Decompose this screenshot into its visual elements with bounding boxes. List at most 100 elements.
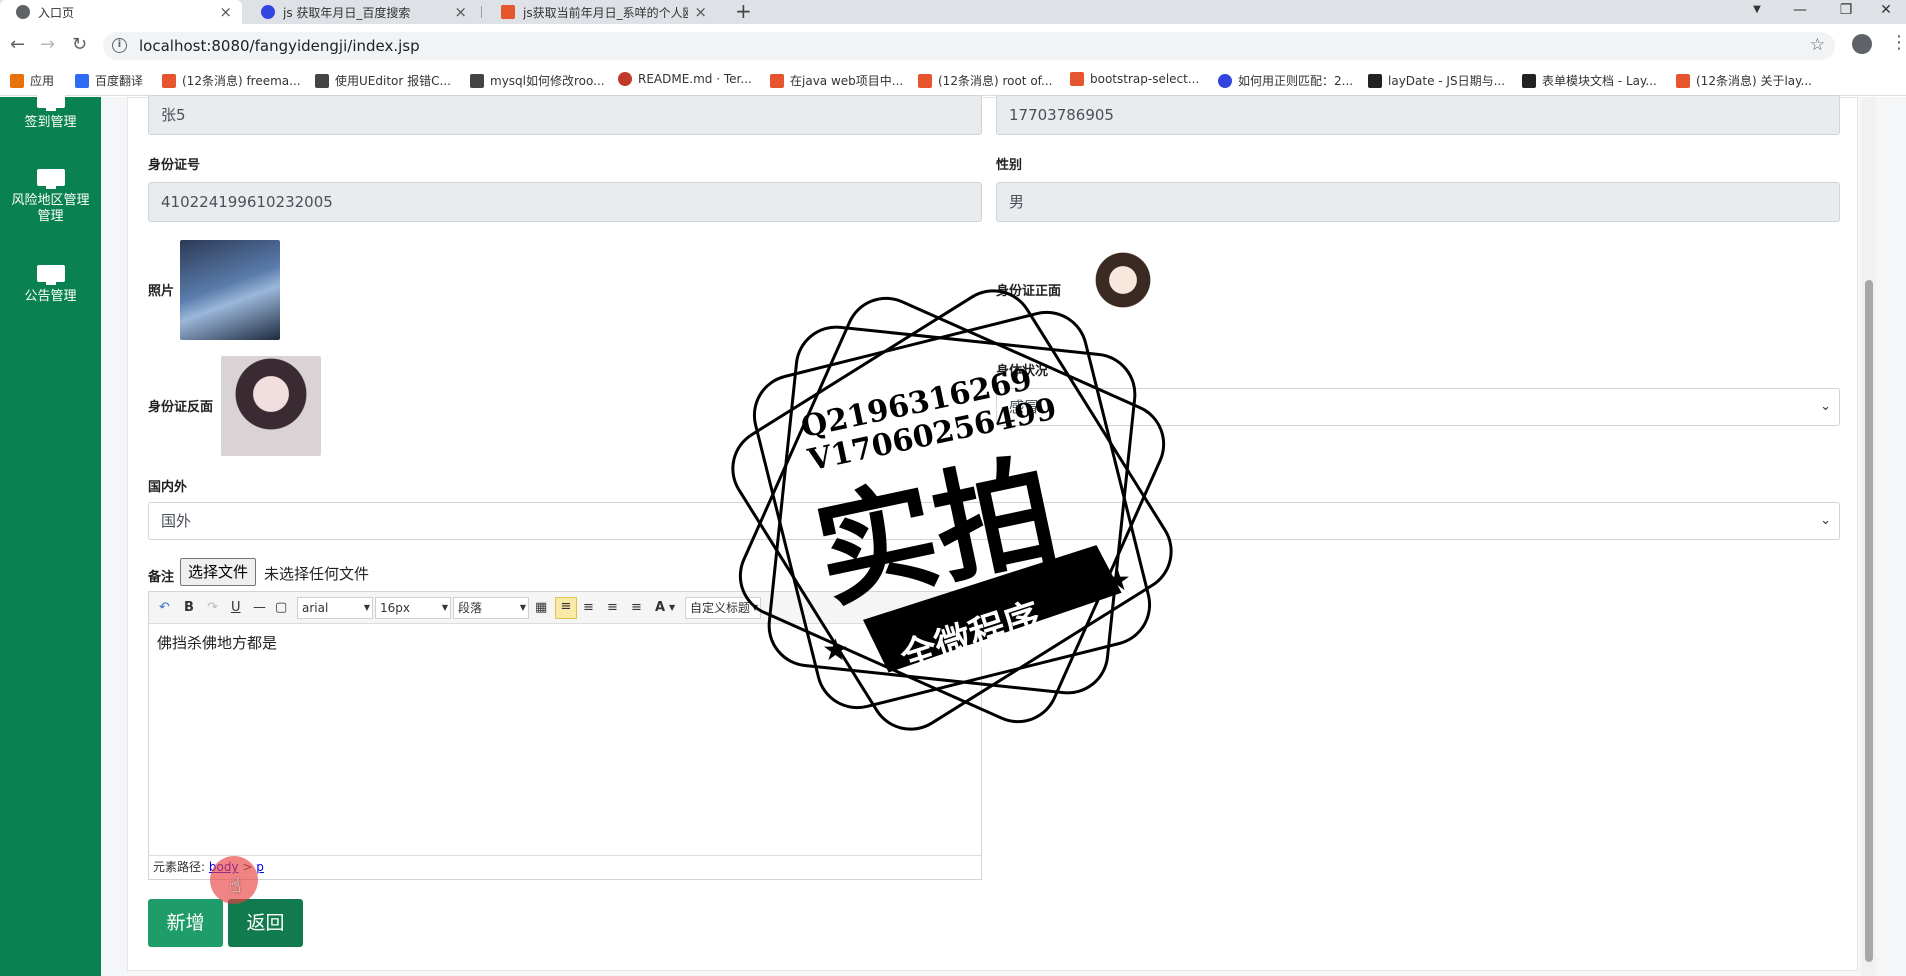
bookmark-item[interactable]: 如何用正则匹配：2... [1218, 72, 1353, 89]
bookmark-item[interactable]: (12条消息) 关于lay... [1676, 72, 1812, 89]
main-content: 张5 17703786905 身份证号 性别 41022419961023200… [101, 95, 1906, 976]
bookmark-item[interactable]: README.md · Ter... [618, 72, 752, 86]
reload-icon[interactable]: ↻ [72, 34, 87, 56]
custom-title-select[interactable]: 自定义标题 ▼ [685, 597, 761, 619]
path-p-link[interactable]: p [256, 860, 264, 874]
editor-toolbar: ↶ B ↷ U — ▢ arial▼ 16px▼ 段落▼ ▦ ≡ ≡ ≡ [149, 592, 981, 624]
horizontal-rule-icon[interactable]: — [253, 599, 266, 617]
redo-icon[interactable]: ↷ [207, 599, 218, 617]
bold-icon[interactable]: B [184, 599, 194, 617]
phone-field[interactable]: 17703786905 [996, 95, 1840, 135]
bookmark-item[interactable]: (12条消息) root of... [918, 72, 1052, 89]
chevron-down-icon: ⌄ [1820, 399, 1831, 414]
id-number-field[interactable]: 410224199610232005 [148, 182, 982, 222]
tab-csdn-article[interactable]: js获取当前年月日_系咩的个人欧尔 × [485, 0, 717, 24]
id-back-image [221, 356, 321, 456]
new-tab-button[interactable]: + [735, 0, 752, 24]
gender-field[interactable]: 男 [996, 182, 1840, 222]
caret-down-icon: ▼ [519, 603, 526, 612]
bookmark-apps[interactable]: 应用 [10, 72, 54, 89]
omnibox[interactable]: i localhost:8080/fangyidengji/index.jsp … [103, 32, 1835, 60]
font-family-select[interactable]: arial ▼ [297, 597, 373, 619]
photo-image [180, 240, 280, 340]
tab-entry-page[interactable]: 入口页 × [0, 0, 242, 24]
domestic-select[interactable]: 国外 ⌄ [148, 502, 1840, 540]
align-right-icon[interactable]: ≡ [607, 599, 618, 617]
justify-icon[interactable]: ≡ [631, 599, 642, 617]
align-left-icon[interactable]: ≡ [555, 597, 577, 619]
file-status-text: 未选择任何文件 [264, 565, 370, 583]
bookmark-star-icon[interactable]: ☆ [1810, 35, 1825, 55]
page-icon[interactable]: ▢ [275, 599, 287, 617]
paragraph-select[interactable]: 段落 ▼ [453, 597, 529, 619]
baidu-paw-icon [1218, 73, 1232, 88]
browser-tab-bar: 入口页 × js 获取年月日_百度搜索 × js获取当前年月日_系咩的个人欧尔 … [0, 0, 1906, 24]
id-front-label: 身份证正面 [996, 284, 1062, 299]
add-button[interactable]: 新增 [148, 899, 223, 947]
site-icon [470, 73, 484, 88]
form-panel: 张5 17703786905 身份证号 性别 41022419961023200… [127, 95, 1858, 971]
tab-search-icon[interactable]: ▼ [1737, 0, 1777, 24]
bookmark-item[interactable]: mysql如何修改roo... [470, 72, 605, 89]
profile-avatar-icon[interactable] [1852, 34, 1872, 54]
font-size-select[interactable]: 16px ▼ [375, 597, 451, 619]
caret-down-icon[interactable]: ▼ [669, 599, 675, 617]
id-front-image [1078, 240, 1168, 340]
close-tab-icon[interactable]: × [694, 3, 707, 21]
info-icon[interactable]: i [112, 38, 127, 53]
close-tab-icon[interactable]: × [454, 3, 467, 21]
sidebar-item-checkin[interactable]: 签到管理 [0, 91, 101, 131]
bookmark-item[interactable]: 表单模块文档 - Lay... [1522, 72, 1657, 89]
health-label: 身体状况 [996, 364, 1049, 379]
caret-down-icon: ▼ [751, 603, 758, 612]
forward-arrow-icon[interactable]: → [40, 34, 55, 56]
underline-icon[interactable]: U [231, 599, 241, 617]
bookmark-item[interactable]: 百度翻译 [75, 72, 143, 89]
back-button[interactable]: 返回 [228, 899, 303, 947]
name-field[interactable]: 张5 [148, 95, 982, 135]
scrollbar-thumb[interactable] [1865, 280, 1873, 962]
monitor-icon [36, 169, 65, 189]
font-color-icon[interactable]: A [655, 599, 665, 617]
align-center-icon[interactable]: ≡ [583, 599, 594, 617]
site-icon [1070, 72, 1084, 86]
back-arrow-icon[interactable]: ← [10, 34, 25, 56]
bookmark-item[interactable]: (12条消息) freema... [162, 72, 301, 89]
rich-text-editor: ↶ B ↷ U — ▢ arial▼ 16px▼ 段落▼ ▦ ≡ ≡ ≡ [148, 591, 982, 880]
url-text[interactable]: localhost:8080/fangyidengji/index.jsp [139, 37, 420, 55]
minimize-button[interactable]: — [1780, 0, 1820, 24]
gender-label: 性别 [996, 158, 1023, 173]
notes-label: 备注 [148, 570, 175, 585]
layui-icon [1368, 73, 1382, 88]
bookmark-item[interactable]: bootstrap-select... [1070, 72, 1199, 86]
editor-content[interactable]: 佛挡杀佛地方都是 [157, 632, 277, 653]
undo-icon[interactable]: ↶ [159, 599, 170, 617]
sidebar-item-announcement[interactable]: 公告管理 [0, 265, 101, 305]
restore-button[interactable]: ❐ [1826, 0, 1866, 24]
choose-file-button[interactable]: 选择文件 [180, 558, 257, 586]
bookmark-item[interactable]: 在java web项目中... [770, 72, 903, 89]
health-select[interactable]: 感冒 ⌄ [996, 388, 1840, 426]
close-window-button[interactable]: ✕ [1866, 0, 1906, 24]
csdn-icon [162, 73, 176, 88]
gitee-icon [618, 72, 632, 86]
baidu-paw-icon [261, 5, 275, 19]
bookmarks-bar: 应用 百度翻译 (12条消息) freema... 使用UEditor 报错C.… [0, 66, 1906, 96]
csdn-icon [918, 73, 932, 88]
hand-pointer-icon: ☝ [229, 873, 242, 897]
baidu-translate-icon [75, 73, 89, 88]
apps-grid-icon [10, 73, 24, 88]
table-icon[interactable]: ▦ [535, 599, 547, 617]
sidebar-item-risk-area[interactable]: 风险地区管理 管理 [0, 169, 101, 225]
tab-baidu-search[interactable]: js 获取年月日_百度搜索 × [245, 0, 477, 24]
bookmark-item[interactable]: layDate - JS日期与... [1368, 72, 1505, 89]
chevron-down-icon: ⌄ [1820, 513, 1831, 528]
sidebar: 签到管理 风险地区管理 管理 公告管理 [0, 91, 101, 976]
id-back-label: 身份证反面 [148, 400, 214, 415]
bookmark-item[interactable]: 使用UEditor 报错C... [315, 72, 451, 89]
browser-menu-icon[interactable]: ⋮ [1890, 32, 1906, 53]
address-bar-row: ← → ↻ i localhost:8080/fangyidengji/inde… [0, 24, 1906, 68]
caret-down-icon: ▼ [363, 603, 370, 612]
close-tab-icon[interactable]: × [219, 3, 232, 21]
csdn-icon [501, 5, 515, 19]
